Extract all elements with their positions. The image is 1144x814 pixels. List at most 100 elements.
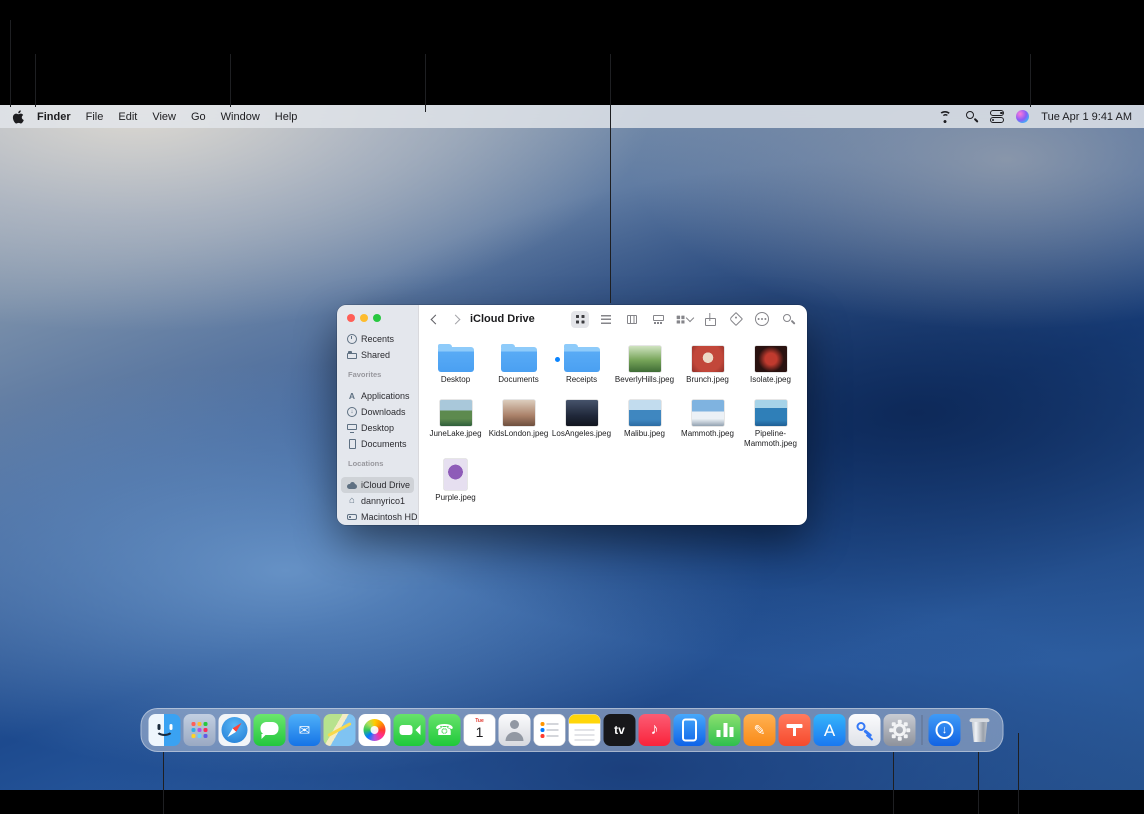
dock-item[interactable]: A <box>814 714 846 746</box>
file-icon-box <box>503 393 535 426</box>
menu-item[interactable]: Edit <box>118 111 137 123</box>
file-name: Mammoth.jpeg <box>681 429 734 439</box>
dock-item[interactable] <box>359 714 391 746</box>
sidebar-favorites-list: Applications Downloads Desktop Documents <box>337 388 418 452</box>
file-item[interactable]: Receipts <box>550 339 613 385</box>
dock-item[interactable] <box>922 715 923 745</box>
sidebar-section-locations: Locations <box>348 459 418 468</box>
sidebar-item[interactable]: Applications <box>341 388 414 404</box>
dock-item[interactable]: ♪ <box>639 714 671 746</box>
dock-item[interactable] <box>254 714 286 746</box>
dock-item[interactable]: ✎ <box>744 714 776 746</box>
search-icon <box>782 313 795 326</box>
menu-item[interactable]: Help <box>275 111 298 123</box>
file-item[interactable]: Mammoth.jpeg <box>676 393 739 449</box>
file-icon <box>503 400 535 426</box>
dock-item[interactable]: ↓ <box>929 714 961 746</box>
back-button[interactable] <box>429 311 441 327</box>
close-button[interactable] <box>347 314 355 322</box>
file-icon <box>566 400 598 426</box>
sidebar-item[interactable]: iCloud Drive <box>341 477 414 493</box>
dock-item[interactable] <box>149 714 181 746</box>
search-button[interactable] <box>779 311 797 328</box>
menu-bar-clock[interactable]: Tue Apr 1 9:41 AM <box>1041 111 1132 123</box>
dock-item[interactable] <box>184 714 216 746</box>
siri-icon[interactable] <box>1016 110 1029 123</box>
wifi-icon[interactable] <box>937 111 953 123</box>
file-item[interactable]: Desktop <box>424 339 487 385</box>
dock-icon-glyph: ↓ <box>942 725 948 736</box>
file-item[interactable]: Malibu.jpeg <box>613 393 676 449</box>
dock-item[interactable] <box>534 714 566 746</box>
file-icon <box>629 346 661 372</box>
dock-item[interactable] <box>394 714 426 746</box>
menu-item[interactable]: View <box>152 111 176 123</box>
file-item[interactable]: BeverlyHills.jpeg <box>613 339 676 385</box>
dock-item[interactable] <box>779 714 811 746</box>
zoom-button[interactable] <box>373 314 381 322</box>
file-name: Receipts <box>566 375 597 385</box>
sidebar-item[interactable]: Macintosh HD <box>341 509 414 525</box>
apple-logo-icon <box>12 110 24 124</box>
gallery-view-button[interactable] <box>649 311 667 328</box>
dock-icon-glyph: ✎ <box>754 723 766 737</box>
dock-item[interactable]: ☎ <box>429 714 461 746</box>
control-center-icon[interactable] <box>990 110 1004 123</box>
sidebar-item-label: iCloud Drive <box>361 480 410 490</box>
dock-item[interactable] <box>324 714 356 746</box>
file-item[interactable]: Documents <box>487 339 550 385</box>
share-button[interactable] <box>701 311 719 328</box>
sidebar-item[interactable]: dannyrico1 <box>341 493 414 509</box>
dock-item[interactable] <box>219 714 251 746</box>
menu-item[interactable]: Go <box>191 111 206 123</box>
dock-item[interactable]: ✉ <box>289 714 321 746</box>
sidebar-item[interactable]: Recents <box>341 331 414 347</box>
file-item[interactable]: JuneLake.jpeg <box>424 393 487 449</box>
group-icon <box>676 315 684 323</box>
file-item[interactable]: KidsLondon.jpeg <box>487 393 550 449</box>
dock-item[interactable] <box>674 714 706 746</box>
list-view-button[interactable] <box>597 311 615 328</box>
sidebar-item-label: Documents <box>361 439 407 449</box>
file-item[interactable]: LosAngeles.jpeg <box>550 393 613 449</box>
forward-button[interactable] <box>449 311 461 327</box>
dock-item[interactable]: Tue 1 <box>464 714 496 746</box>
file-item[interactable]: Purple.jpeg <box>424 457 487 503</box>
file-icon-box <box>692 339 724 372</box>
sidebar-item[interactable]: Documents <box>341 436 414 452</box>
dock-item[interactable] <box>709 714 741 746</box>
file-name: KidsLondon.jpeg <box>489 429 549 439</box>
group-button[interactable] <box>675 311 693 328</box>
more-options-button[interactable] <box>753 311 771 328</box>
dock-item[interactable] <box>849 714 881 746</box>
dock: ✉ ☎ Tue 1 <box>141 708 1004 752</box>
column-view-button[interactable] <box>623 311 641 328</box>
menu-item[interactable]: File <box>86 111 104 123</box>
file-item[interactable]: Isolate.jpeg <box>739 339 802 385</box>
dock-item[interactable] <box>884 714 916 746</box>
file-name: Documents <box>498 375 538 385</box>
callout-line <box>978 752 979 814</box>
icon-view-button[interactable] <box>571 311 589 328</box>
file-grid: Desktop Documents Receipts BeverlyHills.… <box>419 333 807 525</box>
sidebar-item[interactable]: Desktop <box>341 420 414 436</box>
dock-item[interactable] <box>499 714 531 746</box>
tags-button[interactable] <box>727 311 745 328</box>
callout-line <box>1030 54 1031 107</box>
dock-item[interactable]: tv <box>604 714 636 746</box>
minimize-button[interactable] <box>360 314 368 322</box>
file-name: Purple.jpeg <box>435 493 475 503</box>
finder-toolbar: iCloud Drive <box>419 305 807 333</box>
menu-item[interactable]: Window <box>221 111 260 123</box>
file-icon-box <box>755 393 787 426</box>
spotlight-search-icon[interactable] <box>965 110 978 123</box>
apple-menu[interactable] <box>12 110 24 124</box>
file-item[interactable]: Brunch.jpeg <box>676 339 739 385</box>
dock-item[interactable] <box>569 714 601 746</box>
sidebar-item[interactable]: Shared <box>341 347 414 363</box>
dock-item[interactable] <box>964 714 996 746</box>
sidebar-item[interactable]: Downloads <box>341 404 414 420</box>
app-menu-finder[interactable]: Finder <box>37 111 71 123</box>
file-item[interactable]: Pipeline-Mammoth.jpeg <box>739 393 802 449</box>
sidebar-locations-list: iCloud Drive dannyrico1 Macintosh HD Tes… <box>337 477 418 525</box>
